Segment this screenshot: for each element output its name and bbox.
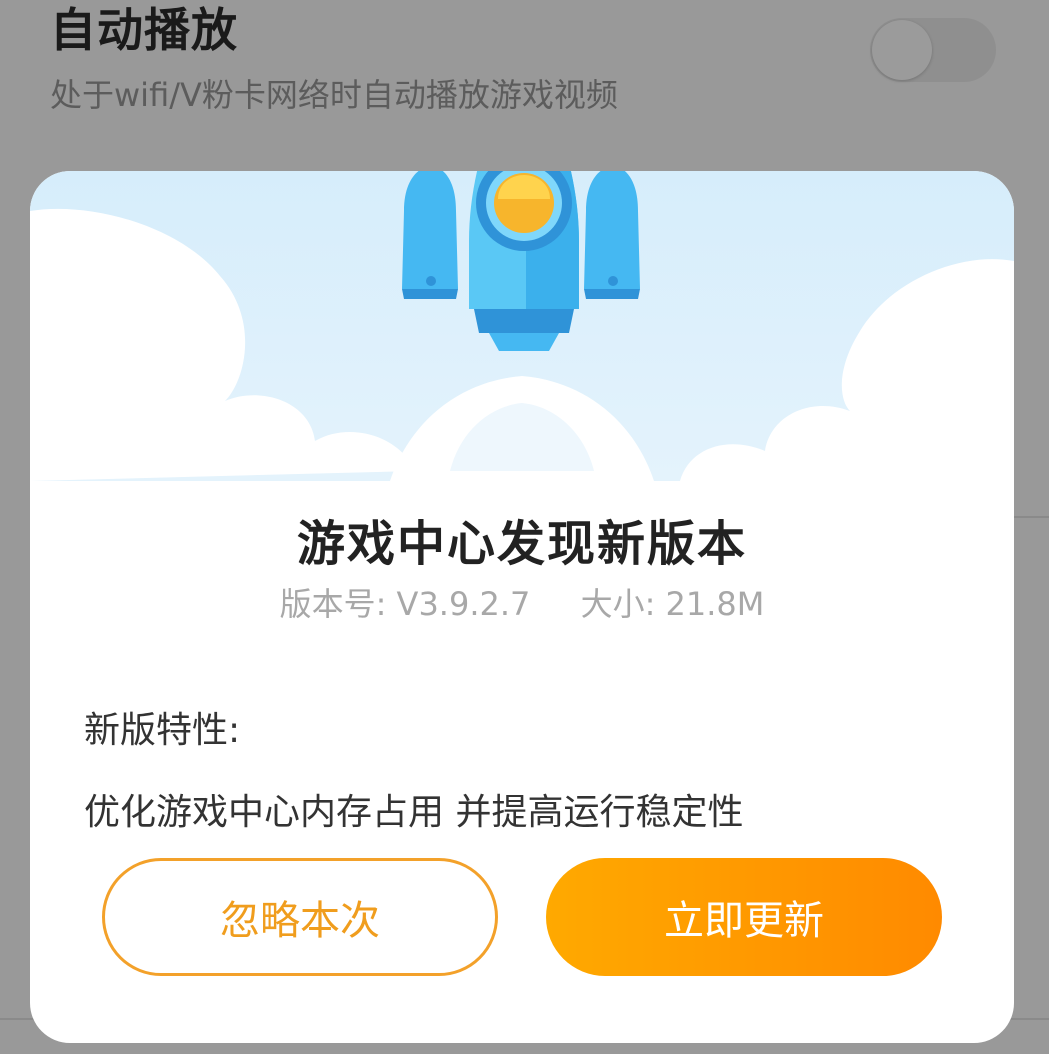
features-heading: 新版特性: [84, 710, 241, 751]
features-text: 优化游戏中心内存占用 并提高运行稳定性 [84, 792, 744, 833]
update-dialog: 游戏中心发现新版本 版本号: V3.9.2.7 大小: 21.8M 新版特性: … [30, 171, 1014, 1043]
autoplay-setting-description: 处于wifi/V粉卡网络时自动播放游戏视频 [50, 76, 618, 114]
divider [1014, 516, 1049, 518]
update-now-button[interactable]: 立即更新 [546, 858, 942, 976]
autoplay-toggle[interactable] [870, 18, 996, 82]
autoplay-setting-title: 自动播放 [50, 3, 238, 57]
ignore-button[interactable]: 忽略本次 [102, 858, 498, 976]
dialog-title: 游戏中心发现新版本 [296, 516, 747, 572]
toggle-knob [872, 20, 932, 80]
rocket-icon [374, 171, 674, 391]
package-size: 大小: 21.8M [580, 585, 765, 623]
version-number: 版本号: V3.9.2.7 [279, 585, 531, 623]
version-info: 版本号: V3.9.2.7 大小: 21.8M [30, 579, 1014, 625]
